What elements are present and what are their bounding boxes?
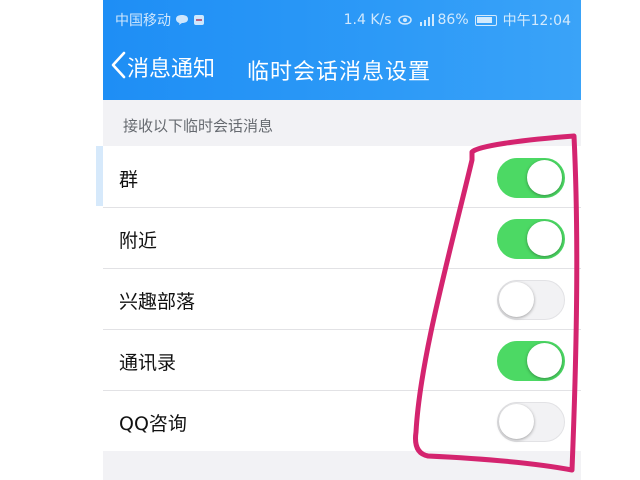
setting-label: 群: [119, 169, 139, 191]
chat-bubble-icon: [175, 14, 189, 26]
clock: 中午12:04: [502, 13, 571, 29]
network-speed: 1.4 K/s: [343, 12, 392, 28]
toggle-switch-group[interactable]: [497, 158, 565, 198]
setting-label: QQ咨询: [119, 413, 187, 435]
section-header: 接收以下临时会话消息: [123, 117, 274, 135]
toggle-knob: [499, 404, 534, 439]
setting-row-qq-consult: QQ咨询: [103, 390, 581, 451]
phone-screen: 中国移动 1.4 K/s 86% 中午12:04 消息通知 临时会话消息设置 接…: [103, 0, 581, 480]
setting-row-nearby: 附近: [103, 207, 581, 268]
status-left: 中国移动: [115, 10, 207, 30]
setting-row-interest-tribe: 兴趣部落: [103, 268, 581, 329]
nav-bar: 消息通知 临时会话消息设置: [103, 46, 581, 90]
top-header: 中国移动 1.4 K/s 86% 中午12:04 消息通知 临时会话消息设置: [103, 0, 581, 100]
chevron-left-icon: [109, 50, 127, 84]
signal-icon: [418, 14, 434, 26]
toggle-knob: [527, 160, 562, 195]
settings-list: 群 附近 兴趣部落 通讯录 QQ咨询: [103, 146, 581, 451]
toggle-switch-qq-consult[interactable]: [497, 402, 565, 442]
notification-icon: [193, 14, 207, 26]
battery-icon: [474, 14, 497, 26]
toggle-knob: [527, 221, 562, 256]
back-label: 消息通知: [127, 57, 216, 82]
setting-row-contacts: 通讯录: [103, 329, 581, 390]
carrier-label: 中国移动: [115, 13, 171, 29]
setting-label: 通讯录: [119, 352, 177, 374]
toggle-switch-nearby[interactable]: [497, 219, 565, 259]
battery-percent: 86%: [437, 12, 469, 28]
status-right: 1.4 K/s 86% 中午12:04: [344, 10, 571, 30]
setting-label: 兴趣部落: [119, 291, 196, 313]
status-bar: 中国移动 1.4 K/s 86% 中午12:04: [103, 0, 581, 36]
setting-row-group: 群: [103, 146, 581, 207]
page-title: 临时会话消息设置: [247, 60, 432, 85]
toggle-knob: [527, 343, 562, 378]
toggle-knob: [499, 282, 534, 317]
setting-label: 附近: [119, 230, 158, 252]
toggle-switch-interest-tribe[interactable]: [497, 280, 565, 320]
eye-icon: [397, 14, 412, 26]
toggle-switch-contacts[interactable]: [497, 341, 565, 381]
back-button[interactable]: 消息通知: [109, 50, 215, 84]
